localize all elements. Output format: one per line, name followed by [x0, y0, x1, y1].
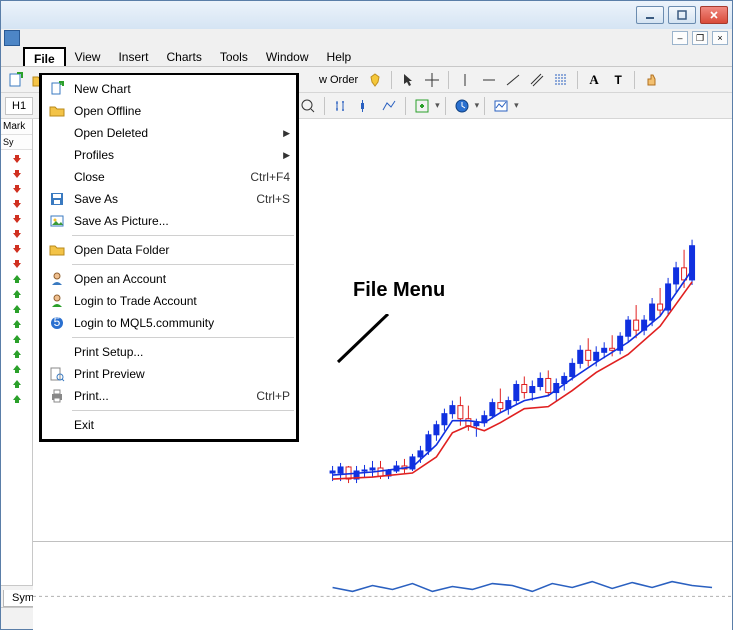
file-menu-dropdown: New ChartOpen OfflineOpen Deleted▶Profil…: [39, 73, 299, 442]
new-chart-toolbar-button[interactable]: [5, 69, 27, 91]
crosshair-button[interactable]: [421, 69, 443, 91]
save-icon: [46, 191, 68, 207]
menu-item-save-as[interactable]: Save AsCtrl+S: [42, 188, 296, 210]
menu-item-print[interactable]: Print...Ctrl+P: [42, 385, 296, 407]
submenu-arrow-icon: ▶: [283, 150, 290, 161]
menu-help[interactable]: Help: [318, 47, 361, 66]
maximize-button[interactable]: [668, 6, 696, 24]
menu-item-login-to-trade-account[interactable]: Login to Trade Account: [42, 290, 296, 312]
svg-text:5: 5: [54, 315, 61, 329]
arrow-down-icon: [11, 213, 23, 225]
menu-window[interactable]: Window: [257, 47, 318, 66]
arrow-up-icon: [11, 333, 23, 345]
close-button[interactable]: [700, 6, 728, 24]
arrow-up-icon: [11, 288, 23, 300]
menu-view[interactable]: View: [66, 47, 110, 66]
text-button[interactable]: A: [583, 69, 605, 91]
menu-item-print-preview[interactable]: Print Preview: [42, 363, 296, 385]
cursor-button[interactable]: [397, 69, 419, 91]
folder-icon: [46, 242, 68, 258]
chart-area[interactable]: New ChartOpen OfflineOpen Deleted▶Profil…: [33, 119, 732, 585]
arrow-down-icon: [11, 168, 23, 180]
minimize-button[interactable]: [636, 6, 664, 24]
arrow-down-icon: [11, 153, 23, 165]
menu-file[interactable]: File: [23, 47, 66, 66]
menu-item-print-setup[interactable]: Print Setup...: [42, 341, 296, 363]
menu-charts[interactable]: Charts: [157, 47, 210, 66]
horizontal-line-button[interactable]: [478, 69, 500, 91]
trendline-button[interactable]: [502, 69, 524, 91]
mql5-icon: 5: [46, 315, 68, 331]
timeframe-label[interactable]: H1: [5, 97, 33, 115]
arrow-up-icon: [11, 378, 23, 390]
mdi-restore-button[interactable]: ❐: [692, 31, 708, 45]
arrow-down-icon: [11, 228, 23, 240]
arrow-down-icon: [11, 198, 23, 210]
menu-insert[interactable]: Insert: [109, 47, 157, 66]
account-icon: [46, 271, 68, 287]
preview-icon: [46, 366, 68, 382]
title-bar: [1, 1, 732, 29]
open-folder-icon: [46, 103, 68, 119]
annotation-label: File Menu: [353, 279, 445, 302]
mdi-controls: – ❐ ×: [1, 29, 732, 47]
menu-bar: FileViewInsertChartsToolsWindowHelp: [1, 47, 732, 67]
channel-button[interactable]: [526, 69, 548, 91]
expert-advisors-button[interactable]: [364, 69, 386, 91]
mdi-close-button[interactable]: ×: [712, 31, 728, 45]
picture-icon: [46, 213, 68, 229]
periodicity-button[interactable]: [451, 95, 473, 117]
app-window: – ❐ × FileViewInsertChartsToolsWindowHel…: [0, 0, 733, 630]
market-watch-header: Mark: [1, 119, 32, 135]
app-icon: [4, 30, 20, 46]
bar-chart-button[interactable]: [330, 95, 352, 117]
arrow-up-icon: [11, 348, 23, 360]
indicator-chart: [33, 542, 732, 630]
menu-item-save-as-picture[interactable]: Save As Picture...: [42, 210, 296, 232]
new-chart-icon: [46, 81, 68, 97]
menu-item-profiles[interactable]: Profiles▶: [42, 144, 296, 166]
menu-item-open-an-account[interactable]: Open an Account: [42, 268, 296, 290]
candle-chart-button[interactable]: [354, 95, 376, 117]
vertical-line-button[interactable]: [454, 69, 476, 91]
arrow-up-icon: [11, 363, 23, 375]
print-icon: [46, 388, 68, 404]
line-chart-button[interactable]: [378, 95, 400, 117]
arrow-up-icon: [11, 393, 23, 405]
main-area: Mark Sy New ChartOpen OfflineOpen Delete…: [1, 119, 732, 585]
fibonacci-button[interactable]: [550, 69, 572, 91]
text-label-button[interactable]: T: [607, 69, 629, 91]
zoom-in-button[interactable]: [297, 95, 319, 117]
menu-item-open-deleted[interactable]: Open Deleted▶: [42, 122, 296, 144]
menu-item-open-data-folder[interactable]: Open Data Folder: [42, 239, 296, 261]
login-icon: [46, 293, 68, 309]
menu-item-open-offline[interactable]: Open Offline: [42, 100, 296, 122]
templates-button[interactable]: [490, 95, 512, 117]
new-order-label[interactable]: w Order: [315, 74, 362, 86]
menu-item-exit[interactable]: Exit: [42, 414, 296, 436]
arrow-up-icon: [11, 273, 23, 285]
annotation-arrow: [333, 314, 393, 374]
market-watch-col: Sy: [1, 135, 32, 150]
thumbs-icon[interactable]: [640, 69, 662, 91]
arrow-down-icon: [11, 243, 23, 255]
arrow-up-icon: [11, 303, 23, 315]
menu-tools[interactable]: Tools: [211, 47, 257, 66]
market-watch-panel[interactable]: Mark Sy: [1, 119, 33, 585]
menu-item-close[interactable]: CloseCtrl+F4: [42, 166, 296, 188]
arrow-up-icon: [11, 318, 23, 330]
submenu-arrow-icon: ▶: [283, 128, 290, 139]
mdi-minimize-button[interactable]: –: [672, 31, 688, 45]
menu-item-new-chart[interactable]: New Chart: [42, 78, 296, 100]
indicators-button[interactable]: [411, 95, 433, 117]
arrow-down-icon: [11, 183, 23, 195]
menu-item-login-to-mql5-community[interactable]: 5Login to MQL5.community: [42, 312, 296, 334]
arrow-down-icon: [11, 258, 23, 270]
